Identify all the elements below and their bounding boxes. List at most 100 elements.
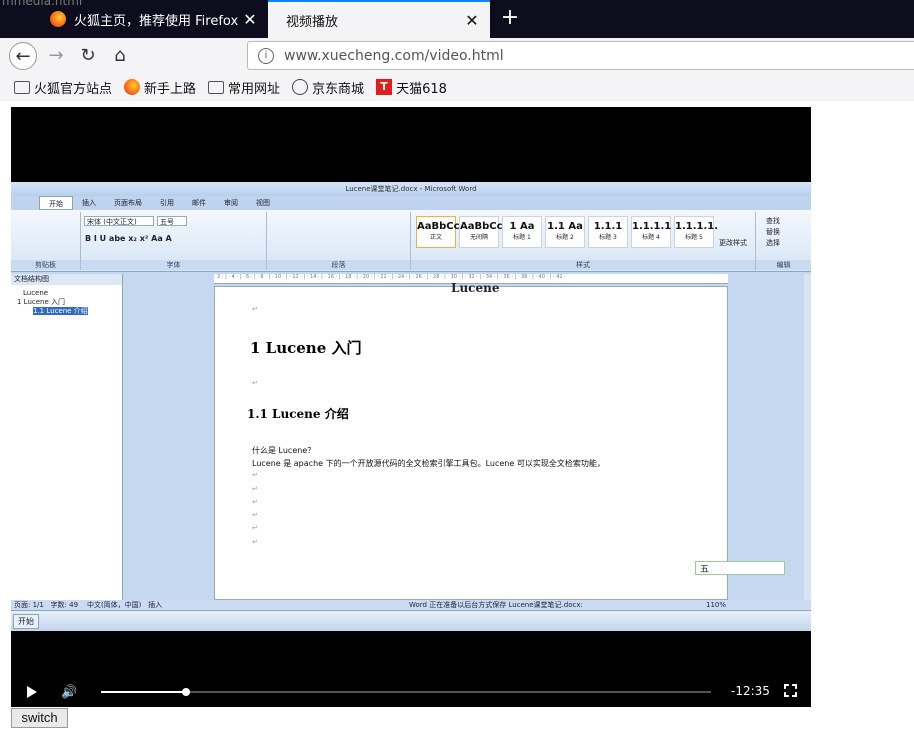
document-map-tree: Lucene 1 Lucene 入门 1.1 Lucene 介绍 (11, 285, 122, 316)
group-paragraph: 段落 (267, 212, 411, 270)
forward-button[interactable]: → (42, 42, 70, 70)
bookmark-jd[interactable]: 京东商城 (292, 78, 364, 97)
tab-video[interactable]: 视频播放 ✕ (268, 0, 490, 38)
status-words: 字数: 49 (50, 601, 79, 609)
style-sample: 1.1.1.1 (632, 221, 672, 232)
edit-find: 查找 (766, 217, 780, 225)
group-label: 样式 (411, 260, 755, 270)
style-sample: 1.1.1.1. (675, 221, 719, 232)
style-sample: 1.1 Aa (547, 221, 583, 232)
document-map-title: 文档结构图 (11, 274, 122, 285)
url-text: www.xuecheng.com/video.html (284, 47, 504, 64)
word-tab: 开始 (39, 196, 73, 210)
style-name: 正文 (429, 234, 442, 241)
edit-items: 查找 替换 选择 (766, 216, 780, 249)
style-name: 标题 4 (642, 234, 660, 241)
document-page: Lucene ↵ 1 Lucene 入门 ↵ 1.1 Lucene 介绍 什么是… (214, 281, 785, 600)
folder-icon (208, 80, 225, 94)
info-icon[interactable]: i (258, 47, 274, 64)
bookmark-common-sites[interactable]: 常用网址 (208, 78, 280, 97)
home-button[interactable]: ⌂ (106, 42, 134, 70)
body-line: Lucene 是 apache 下的一个开放源代码的全文检索引擎工具包。Luce… (252, 459, 605, 468)
heading-1: 1 Lucene 入门 (250, 339, 362, 357)
switch-button[interactable]: switch (11, 708, 68, 728)
change-styles: 更改样式 (719, 239, 747, 247)
group-editing: 查找 替换 选择 编辑 (756, 212, 811, 270)
bookmark-label: 常用网址 (228, 81, 281, 97)
status-zoom: 110% (706, 601, 727, 609)
bookmark-tmall[interactable]: T 天猫618 (376, 78, 447, 97)
edit-replace: 替换 (766, 228, 780, 236)
cut-off-title: Lucene (451, 281, 500, 295)
progress-bar[interactable] (101, 688, 711, 696)
paragraph-mark: ↵ (252, 524, 258, 532)
fullscreen-icon[interactable] (784, 684, 797, 697)
group-label: 编辑 (756, 260, 811, 270)
status-saving: Word 正在准备以后台方式保存 Lucene课堂笔记.docx: (409, 601, 583, 609)
folder-icon (14, 80, 30, 94)
paragraph-mark: ↵ (252, 485, 258, 493)
style-name: 标题 1 (513, 234, 531, 241)
close-tab-icon[interactable]: ✕ (242, 10, 258, 29)
tab-strip: mmedia.html 火狐主页，推荐使用 Firefox 火 ✕ 视频播放 ✕… (0, 0, 914, 38)
tmall-icon: T (376, 79, 393, 95)
style-sample: 1 Aa (509, 221, 535, 232)
group-label: 字体 (81, 260, 266, 270)
doc-map-item-selected: 1.1 Lucene 介绍 (33, 307, 88, 315)
video-frame-word-window: Lucene课堂笔记.docx - Microsoft Word 开始 插入 页… (11, 182, 811, 631)
globe-icon (292, 79, 309, 95)
reload-button[interactable]: ↻ (74, 42, 102, 70)
play-icon[interactable] (27, 686, 37, 698)
paragraph-mark: ↵ (252, 305, 258, 313)
word-tab: 页面布局 (114, 199, 142, 207)
ime-label: 五 (700, 565, 710, 575)
progress-thumb[interactable] (182, 688, 191, 696)
navigation-bar: ← → ↻ ⌂ i www.xuecheng.com/video.html (0, 38, 914, 73)
tab-firefox-home[interactable]: 火狐主页，推荐使用 Firefox 火 ✕ (40, 0, 268, 38)
word-tab: 视图 (256, 199, 270, 207)
start-button: 开始 (13, 614, 39, 629)
firefox-icon (50, 11, 66, 27)
tab-title: 视频播放 (286, 14, 339, 30)
status-page: 页面: 1/1 (14, 601, 44, 609)
word-tab: 审阅 (224, 199, 238, 207)
word-vertical-scrollbar (804, 274, 811, 600)
style-heading3: 1.1.1 标题 3 (588, 216, 628, 248)
word-tab: 插入 (82, 199, 96, 207)
style-no-spacing: AaBbCcDd 无间隔 (459, 216, 518, 248)
word-ribbon: 剪贴板 宋体 (中文正文) 五号 B I U abe x₂ x² Aa A 字体… (11, 210, 811, 272)
document-map-pane: 文档结构图 Lucene 1 Lucene 入门 1.1 Lucene 介绍 (11, 274, 123, 600)
url-bar[interactable]: i www.xuecheng.com/video.html (247, 41, 914, 70)
paragraph-mark: ↵ (252, 471, 258, 479)
style-sample: AaBbCcDd (417, 221, 475, 232)
time-remaining: -12:35 (731, 684, 770, 698)
style-name: 标题 2 (556, 234, 574, 241)
bookmark-firefox-official[interactable]: 火狐官方站点 (14, 78, 112, 97)
doc-map-item: 1 Lucene 入门 (17, 298, 66, 306)
status-mode: 插入 (148, 601, 163, 609)
word-tab: 引用 (160, 199, 174, 207)
new-tab-button[interactable]: + (496, 4, 524, 32)
volume-icon[interactable]: 🔊 (61, 685, 77, 700)
bookmark-getting-started[interactable]: 新手上路 (124, 78, 196, 97)
style-name: 无间隔 (469, 234, 488, 241)
paragraph-mark: ↵ (252, 511, 258, 519)
style-name: 标题 3 (599, 234, 617, 241)
heading-2: 1.1 Lucene 介绍 (247, 407, 349, 421)
group-styles: AaBbCcDd 正文 AaBbCcDd 无间隔 1 Aa 标题 1 1.1 Aa 标题… (411, 212, 756, 270)
edit-select: 选择 (766, 239, 780, 247)
tab-title: 火狐主页，推荐使用 Firefox 火 (74, 13, 242, 29)
video-controls: 🔊 -12:35 (11, 677, 811, 707)
format-buttons: B I U abe x₂ x² Aa A (85, 234, 172, 243)
group-label: 段落 (267, 260, 410, 270)
back-button[interactable]: ← (9, 42, 37, 70)
progress-fill (101, 691, 187, 693)
style-name: 标题 5 (685, 234, 703, 241)
group-font: 宋体 (中文正文) 五号 B I U abe x₂ x² Aa A 字体 (81, 212, 267, 270)
doc-map-item: Lucene (23, 289, 49, 297)
font-name-box: 宋体 (中文正文) (84, 216, 154, 226)
close-tab-icon[interactable]: ✕ (464, 11, 480, 30)
video-player[interactable]: Lucene课堂笔记.docx - Microsoft Word 开始 插入 页… (11, 107, 811, 707)
bookmarks-bar: 火狐官方站点 新手上路 常用网址 京东商城 T 天猫618 (0, 73, 914, 101)
style-sample: 1.1.1 (593, 221, 623, 232)
